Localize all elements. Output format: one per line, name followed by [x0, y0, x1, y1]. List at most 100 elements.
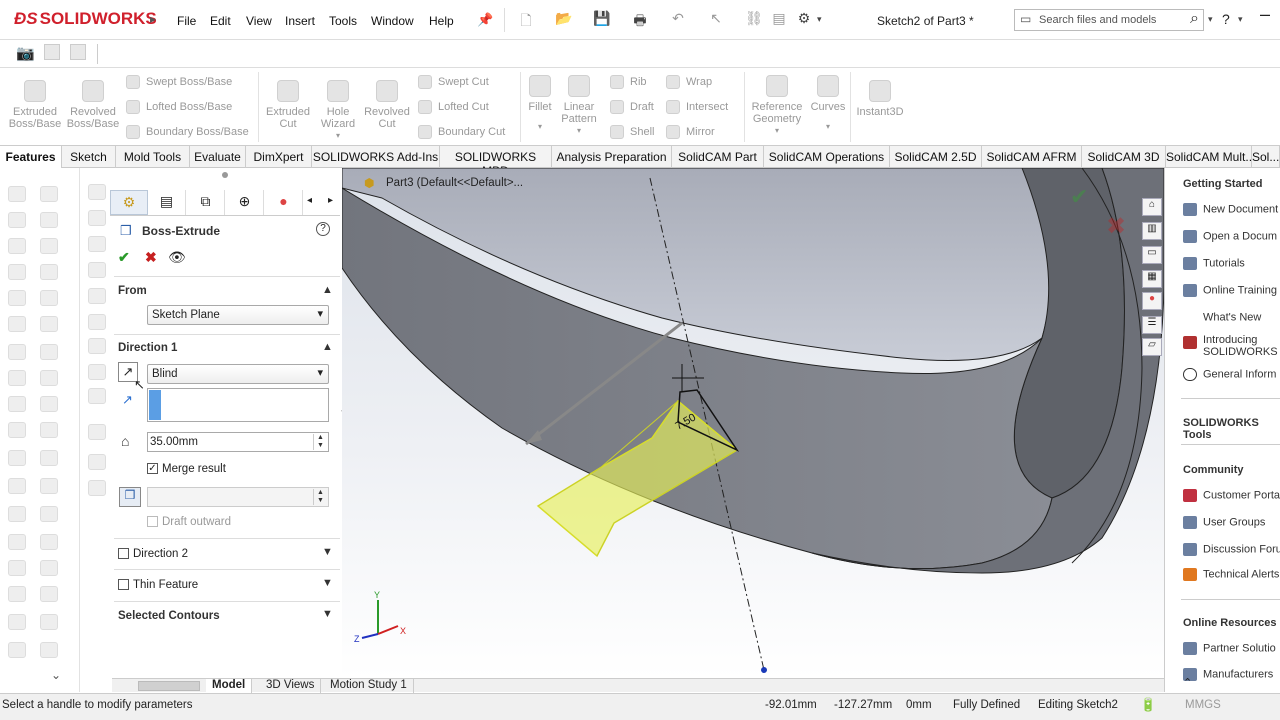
forum-icon[interactable]: ▱	[1142, 338, 1162, 356]
toolbar-icon[interactable]	[8, 586, 26, 602]
direction2-section-header[interactable]: Direction 2	[118, 548, 188, 560]
task-pane-link-introducing[interactable]: Introducing SOLIDWORKS	[1183, 334, 1279, 358]
task-pane-link-technical-alerts[interactable]: Technical Alerts	[1183, 568, 1279, 581]
toolbar-icon[interactable]	[8, 290, 26, 306]
intersect-button[interactable]: Intersect	[666, 100, 728, 114]
search-options-chevron-icon[interactable]: ▾	[1208, 14, 1213, 25]
tab-property-manager[interactable]: ⚙	[110, 190, 148, 215]
toolbar-icon[interactable]	[8, 396, 26, 412]
help-button[interactable]: ?	[1222, 11, 1230, 27]
task-pane-link-user-groups[interactable]: User Groups	[1183, 516, 1265, 529]
scroll-chevron-icon[interactable]: ⌃	[1183, 676, 1192, 689]
menu-insert[interactable]: Insert	[285, 14, 315, 28]
toolbar-icon[interactable]	[88, 288, 106, 304]
tab-solidworks-addins[interactable]: SOLIDWORKS Add-Ins	[312, 146, 440, 168]
toolbar-icon[interactable]	[88, 364, 106, 380]
toolbar-icon[interactable]	[40, 344, 58, 360]
rebuild-status-icon[interactable]: 🔋	[1140, 697, 1156, 713]
task-pane-link-tutorials[interactable]: Tutorials	[1183, 257, 1245, 270]
toolbar-icon[interactable]	[40, 238, 58, 254]
toolbar-icon[interactable]	[8, 238, 26, 254]
print-icon[interactable]: 🖶	[629, 10, 651, 30]
toolbar-icon[interactable]	[40, 586, 58, 602]
tab-motion-study[interactable]: Motion Study 1	[324, 679, 414, 693]
fillet-button[interactable]: Fillet ▾	[524, 75, 556, 133]
graphics-viewport[interactable]: 7.50 ✔ ✖ Y X Z ⬢ Part3 (Default<<Default…	[342, 168, 1164, 678]
lofted-boss-button[interactable]: Lofted Boss/Base	[126, 100, 232, 114]
open-icon[interactable]: 📂	[553, 10, 575, 30]
tab-3d-views[interactable]: 3D Views	[260, 679, 322, 693]
draft-angle-spinner[interactable]: ▲ ▼	[313, 489, 327, 505]
toolbar-icon[interactable]	[8, 344, 26, 360]
tab-scroll-buttons[interactable]	[138, 681, 200, 691]
task-pane-link-manufacturers[interactable]: Manufacturers	[1183, 668, 1273, 681]
toolbar-icon[interactable]	[40, 534, 58, 550]
toolbar-icon[interactable]	[8, 642, 26, 658]
from-select[interactable]: Sketch Plane ▾	[147, 305, 329, 325]
task-pane-link-partner-solutions[interactable]: Partner Solutio	[1183, 642, 1276, 655]
pin-icon[interactable]: 📌	[477, 12, 493, 28]
mirror-button[interactable]: Mirror	[666, 125, 715, 139]
draft-button[interactable]: Draft	[610, 100, 654, 114]
toolbar-icon[interactable]	[40, 264, 58, 280]
direction1-section-header[interactable]: Direction 1	[118, 342, 177, 354]
toolbar-icon[interactable]	[8, 478, 26, 494]
tab-dimxpert-manager[interactable]: ⊕	[226, 190, 264, 215]
tab-features[interactable]: Features	[0, 146, 62, 168]
shell-button[interactable]: Shell	[610, 125, 654, 139]
home-icon[interactable]: ⌂	[1142, 198, 1162, 216]
thin-feature-section-header[interactable]: Thin Feature	[118, 579, 198, 591]
solidworks-logo[interactable]: ƉS SOLIDWORKS	[14, 9, 157, 29]
menu-file[interactable]: File	[177, 14, 196, 28]
cancel-x-icon[interactable]: ✖	[145, 249, 157, 266]
custom-properties-icon[interactable]: ☰	[1142, 316, 1162, 334]
toolbar-icon[interactable]	[88, 184, 106, 200]
tab-configuration-manager[interactable]: ⧉	[187, 190, 225, 215]
collapse-chevron-icon[interactable]: ▲	[322, 341, 333, 353]
from-section-header[interactable]: From	[118, 285, 147, 297]
reference-geometry-button[interactable]: Reference Geometry ▾	[748, 75, 806, 137]
help-icon[interactable]: ?	[316, 222, 330, 236]
new-document-icon[interactable]: 🗋	[515, 10, 537, 30]
task-pane-link-whats-new[interactable]: What's New	[1183, 311, 1261, 324]
toolbar-icon[interactable]	[8, 450, 26, 466]
task-pane-link-discussion-forum[interactable]: Discussion Foru	[1183, 543, 1280, 556]
boundary-boss-button[interactable]: Boundary Boss/Base	[126, 125, 249, 139]
toolbar-icon[interactable]	[40, 212, 58, 228]
help-chevron-icon[interactable]: ▾	[1238, 14, 1243, 25]
curves-button[interactable]: Curves ▾	[808, 75, 848, 133]
extruded-cut-button[interactable]: Extruded Cut	[262, 80, 314, 130]
search-input[interactable]: ▭ Search files and models ⌕	[1014, 9, 1204, 31]
expand-chevron-icon[interactable]: ▼	[322, 546, 333, 558]
save-icon[interactable]: 💾	[591, 10, 613, 30]
search-icon[interactable]: ⌕	[1190, 10, 1199, 28]
tab-feature-tree[interactable]: ▤	[148, 190, 186, 215]
tab-solidcam-3d[interactable]: SolidCAM 3D	[1082, 146, 1166, 168]
toolbar-icon[interactable]	[88, 236, 106, 252]
file-explorer-icon[interactable]: ▭	[1142, 246, 1162, 264]
camera-icon[interactable]: 📷	[16, 44, 35, 62]
toolbar-icon[interactable]	[8, 212, 26, 228]
draft-outward-checkbox[interactable]: Draft outward	[147, 516, 231, 528]
task-pane-link-general-information[interactable]: General Inform	[1183, 368, 1276, 381]
toolbar-icon[interactable]	[40, 506, 58, 522]
collapse-chevron-icon[interactable]: ▲	[322, 284, 333, 296]
hole-wizard-button[interactable]: Hole Wizard ▾	[314, 80, 362, 142]
tab-solidcam-afrm[interactable]: SolidCAM AFRM	[982, 146, 1082, 168]
toolbar-icon[interactable]	[8, 614, 26, 630]
toolbar-icon[interactable]	[40, 370, 58, 386]
tab-mold-tools[interactable]: Mold Tools	[116, 146, 190, 168]
tab-overflow[interactable]: Sol...	[1252, 146, 1280, 168]
scroll-left-icon[interactable]: ◂	[307, 195, 312, 206]
toolbar-icon[interactable]	[40, 450, 58, 466]
tab-solidcam-25d[interactable]: SolidCAM 2.5D	[890, 146, 982, 168]
toolbar-icon[interactable]	[8, 560, 26, 576]
file-properties-icon[interactable]: ▤	[768, 10, 790, 30]
record-icon[interactable]	[70, 44, 86, 60]
menu-edit[interactable]: Edit	[210, 14, 231, 28]
toolbar-icon[interactable]	[40, 290, 58, 306]
rebuild-icon[interactable]: ⛓	[743, 10, 765, 30]
toolbar-icon[interactable]	[88, 314, 106, 330]
toolbar-icon[interactable]	[88, 388, 106, 404]
preview-eye-icon[interactable]: 👁	[168, 249, 186, 266]
